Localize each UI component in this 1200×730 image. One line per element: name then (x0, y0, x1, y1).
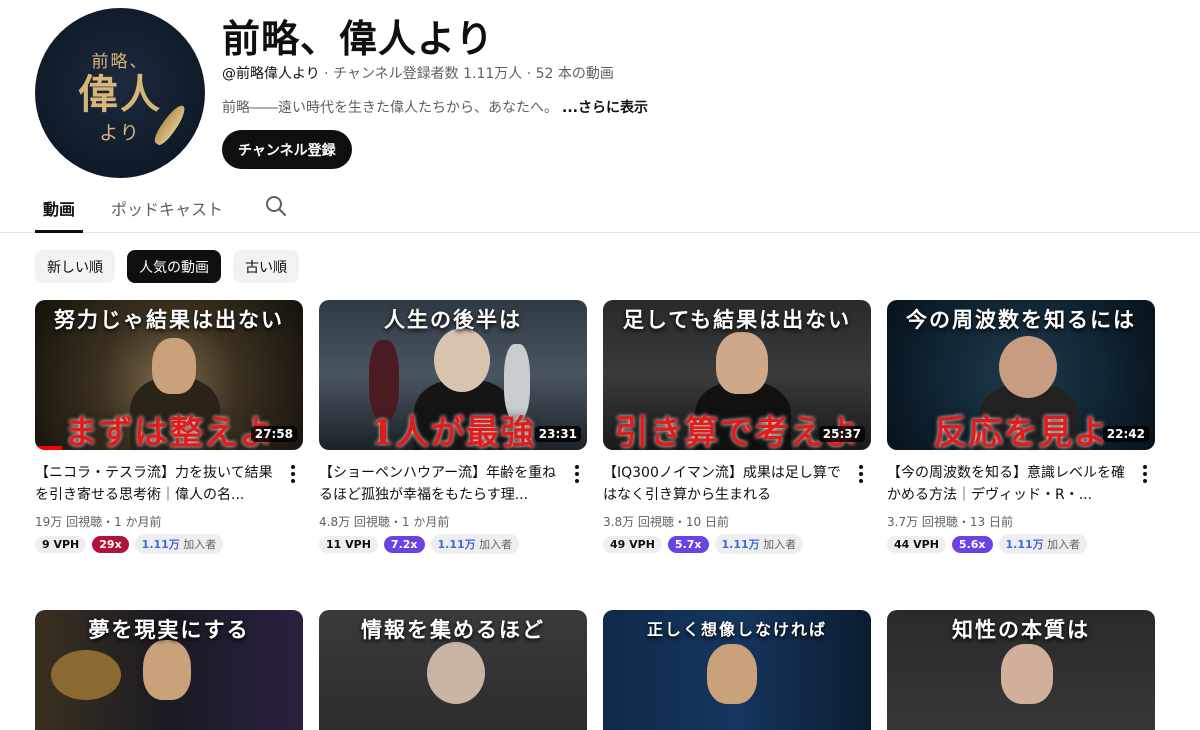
stats-badges: 49 VPH 5.7x 1.11万 加入者 (603, 534, 871, 554)
multiplier-badge: 5.7x (667, 535, 709, 553)
subscribers-count: 1.11万 (141, 538, 180, 551)
avatar-text-line2: 偉人 (78, 71, 162, 118)
subscribers-badge: 1.11万 加入者 (430, 534, 520, 554)
video-duration: 25:37 (818, 426, 865, 442)
video-thumbnail[interactable]: 正しく想像しなければ (603, 610, 871, 730)
more-options-icon[interactable] (285, 464, 301, 484)
thumbnail-top-text: 夢を現実にする (88, 617, 250, 642)
video-card[interactable]: 人生の後半は 1人が最強 23:31 【ショーペンハウアー流】年齢を重ねるほど孤… (319, 300, 587, 554)
subscribers-badge: 1.11万 加入者 (134, 534, 224, 554)
video-duration: 27:58 (250, 426, 297, 442)
more-options-icon[interactable] (569, 464, 585, 484)
thumbnail-top-text: 努力じゃ結果は出ない (54, 307, 284, 332)
video-thumbnail[interactable]: 足しても結果は出ない 引き算で考えよ 25:37 (603, 300, 871, 450)
video-title[interactable]: 【ニコラ・テスラ流】力を抜いて結果を引き寄せる思考術｜偉人の名... (35, 462, 281, 506)
subscribers-count: 1.11万 (721, 538, 760, 551)
thumbnail-top-text: 知性の本質は (952, 617, 1090, 642)
video-title[interactable]: 【今の周波数を知る】意識レベルを確かめる方法｜デヴィッド・R・... (887, 462, 1133, 506)
video-card[interactable]: 正しく想像しなければ (603, 610, 871, 730)
vph-badge: 44 VPH (887, 535, 946, 553)
vph-badge: 49 VPH (603, 535, 662, 553)
vph-badge: 11 VPH (319, 535, 378, 553)
active-tab-indicator (35, 230, 83, 233)
more-options-icon[interactable] (1137, 464, 1153, 484)
video-thumbnail[interactable]: 今の周波数を知るには 反応を見よ 22:42 (887, 300, 1155, 450)
subscribers-label: 加入者 (475, 538, 513, 551)
multiplier-badge: 7.2x (383, 535, 425, 553)
video-duration: 22:42 (1102, 426, 1149, 442)
subscribers-badge: 1.11万 加入者 (998, 534, 1088, 554)
video-thumbnail[interactable]: 人生の後半は 1人が最強 23:31 (319, 300, 587, 450)
video-meta: 3.8万 回視聴・10 日前 (603, 515, 729, 529)
thumbnail-face (999, 336, 1057, 398)
channel-description[interactable]: 前略――遠い時代を生きた偉人たちから、あなたへ。 ...さらに表示 (222, 97, 648, 117)
video-card[interactable]: 夢を現実にする (35, 610, 303, 730)
thumbnail-face (1001, 644, 1053, 704)
video-title[interactable]: 【ショーペンハウアー流】年齢を重ねるほど孤独が幸福をもたらす理... (319, 462, 565, 506)
show-more-link[interactable]: ...さらに表示 (562, 100, 648, 116)
stats-badges: 11 VPH 7.2x 1.11万 加入者 (319, 534, 587, 554)
channel-stats: · チャンネル登録者数 1.11万人 · 52 本の動画 (319, 66, 614, 82)
channel-avatar[interactable]: 前略、 偉人 より (35, 8, 205, 178)
subscribe-button[interactable]: チャンネル登録 (222, 130, 352, 169)
chip-popular[interactable]: 人気の動画 (127, 250, 221, 283)
video-thumbnail[interactable]: 知性の本質は (887, 610, 1155, 730)
channel-description-text: 前略――遠い時代を生きた偉人たちから、あなたへ。 (222, 100, 558, 116)
stats-badges: 44 VPH 5.6x 1.11万 加入者 (887, 534, 1155, 554)
tab-podcasts[interactable]: ポッドキャスト (111, 196, 223, 220)
channel-title: 前略、偉人より (222, 17, 495, 61)
multiplier-badge: 29x (92, 535, 129, 553)
video-thumbnail[interactable]: 努力じゃ結果は出ない まずは整えよ 27:58 (35, 300, 303, 450)
avatar-text-line3: より (99, 122, 141, 144)
thumbnail-face (707, 644, 757, 704)
thumbnail-face (434, 328, 490, 392)
thumbnail-top-text: 足しても結果は出ない (622, 307, 852, 332)
channel-handle: @前略偉人より (222, 66, 320, 82)
watch-progress-bar (35, 446, 62, 450)
tab-videos[interactable]: 動画 (43, 196, 75, 220)
stats-badges: 9 VPH 29x 1.11万 加入者 (35, 534, 303, 554)
chip-newest[interactable]: 新しい順 (35, 250, 115, 283)
channel-meta: @前略偉人より · チャンネル登録者数 1.11万人 · 52 本の動画 (222, 63, 614, 83)
video-meta: 19万 回視聴・1 か月前 (35, 515, 162, 529)
thumbnail-face (427, 642, 485, 704)
video-duration: 23:31 (534, 426, 581, 442)
subscribers-label: 加入者 (1043, 538, 1081, 551)
subscribers-label: 加入者 (179, 538, 217, 551)
video-card[interactable]: 足しても結果は出ない 引き算で考えよ 25:37 【IQ300ノイマン流】成果は… (603, 300, 871, 554)
video-meta: 3.7万 回視聴・13 日前 (887, 515, 1013, 529)
avatar-text-line1: 前略、 (91, 52, 149, 72)
subscribers-count: 1.11万 (437, 538, 476, 551)
video-title[interactable]: 【IQ300ノイマン流】成果は足し算ではなく引き算から生まれる (603, 462, 849, 506)
video-thumbnail[interactable]: 情報を集めるほど (319, 610, 587, 730)
video-card[interactable]: 今の周波数を知るには 反応を見よ 22:42 【今の周波数を知る】意識レベルを確… (887, 300, 1155, 554)
thumbnail-face (716, 332, 768, 394)
thumbnail-face (143, 640, 191, 700)
thumbnail-face (152, 338, 196, 394)
multiplier-badge: 5.6x (951, 535, 993, 553)
thumbnail-top-text: 正しく想像しなければ (646, 620, 827, 639)
video-card[interactable]: 努力じゃ結果は出ない まずは整えよ 27:58 【ニコラ・テスラ流】力を抜いて結… (35, 300, 303, 554)
subscribers-label: 加入者 (759, 538, 797, 551)
subscribers-count: 1.11万 (1005, 538, 1044, 551)
more-options-icon[interactable] (853, 464, 869, 484)
chip-oldest[interactable]: 古い順 (233, 250, 299, 283)
search-icon[interactable] (264, 194, 288, 218)
sort-chips: 新しい順 人気の動画 古い順 (35, 250, 299, 283)
video-meta: 4.8万 回視聴・1 か月前 (319, 515, 450, 529)
video-card[interactable]: 知性の本質は (887, 610, 1155, 730)
subscribers-badge: 1.11万 加入者 (714, 534, 804, 554)
thumbnail-top-text: 人生の後半は (384, 307, 522, 332)
vph-badge: 9 VPH (35, 535, 87, 553)
thumbnail-top-text: 今の周波数を知るには (906, 307, 1136, 332)
thumbnail-figure (51, 650, 121, 700)
channel-tabs: 動画 ポッドキャスト (0, 186, 1200, 233)
thumbnail-top-text: 情報を集めるほど (361, 617, 545, 642)
video-thumbnail[interactable]: 夢を現実にする (35, 610, 303, 730)
video-card[interactable]: 情報を集めるほど (319, 610, 587, 730)
